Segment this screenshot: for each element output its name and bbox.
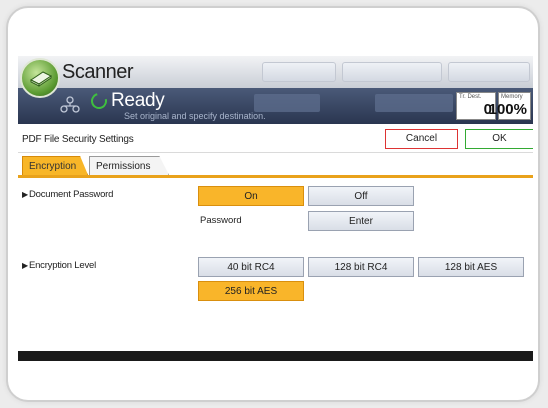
tab-encryption[interactable]: Encryption <box>22 156 88 175</box>
arrow-right-icon: ▶ <box>22 190 28 199</box>
settings-header: PDF File Security Settings Cancel OK <box>18 126 533 153</box>
encryption-128bit-aes[interactable]: 128 bit AES <box>418 257 524 277</box>
memory-counter: Memory 100% <box>489 92 531 120</box>
status-slot-1 <box>254 94 320 112</box>
tab-strip: Encryption Permissions <box>18 153 533 175</box>
encryption-40bit-rc4[interactable]: 40 bit RC4 <box>198 257 304 277</box>
titlebar-button-2[interactable] <box>342 62 442 82</box>
status-bar: Ready Set original and specify destinati… <box>18 88 533 124</box>
memory-counter-value: 100% <box>488 101 527 118</box>
ok-button[interactable]: OK <box>465 129 533 149</box>
memory-counter-label: Memory <box>501 94 523 100</box>
scanner-screen: Scanner Ready Set original and specify d… <box>18 56 533 361</box>
status-ready: Ready <box>111 90 165 111</box>
encryption-level-label: Encryption Level <box>28 260 96 271</box>
document-password-label: Document Password <box>28 189 114 200</box>
tab-permissions[interactable]: Permissions <box>89 156 169 175</box>
document-password-section: ▶Document Password <box>22 189 113 200</box>
app-title: Scanner <box>62 61 134 83</box>
password-off-button[interactable]: Off <box>308 186 414 206</box>
titlebar-button-3[interactable] <box>448 62 530 82</box>
encryption-level-section: ▶Encryption Level <box>22 260 96 271</box>
title-bar: Scanner <box>18 56 533 88</box>
password-on-button[interactable]: On <box>198 186 304 206</box>
password-label: Password <box>200 215 242 226</box>
arrow-right-icon: ▶ <box>22 261 28 270</box>
encryption-256bit-aes[interactable]: 256 bit AES <box>198 281 304 301</box>
cancel-button[interactable]: Cancel <box>385 129 458 149</box>
network-icon <box>60 96 80 113</box>
settings-content: ▶Document Password On Off Password Enter… <box>18 178 533 351</box>
status-message: Set original and specify destination. <box>124 111 266 121</box>
dest-counter-label: Tr. Dest. <box>459 94 482 100</box>
scanner-logo-icon <box>20 58 60 98</box>
status-slot-2 <box>375 94 453 112</box>
bottom-bar <box>18 351 533 361</box>
ready-icon <box>88 90 110 112</box>
page-title: PDF File Security Settings <box>22 134 134 145</box>
password-enter-button[interactable]: Enter <box>308 211 414 231</box>
titlebar-button-1[interactable] <box>262 62 336 82</box>
encryption-128bit-rc4[interactable]: 128 bit RC4 <box>308 257 414 277</box>
